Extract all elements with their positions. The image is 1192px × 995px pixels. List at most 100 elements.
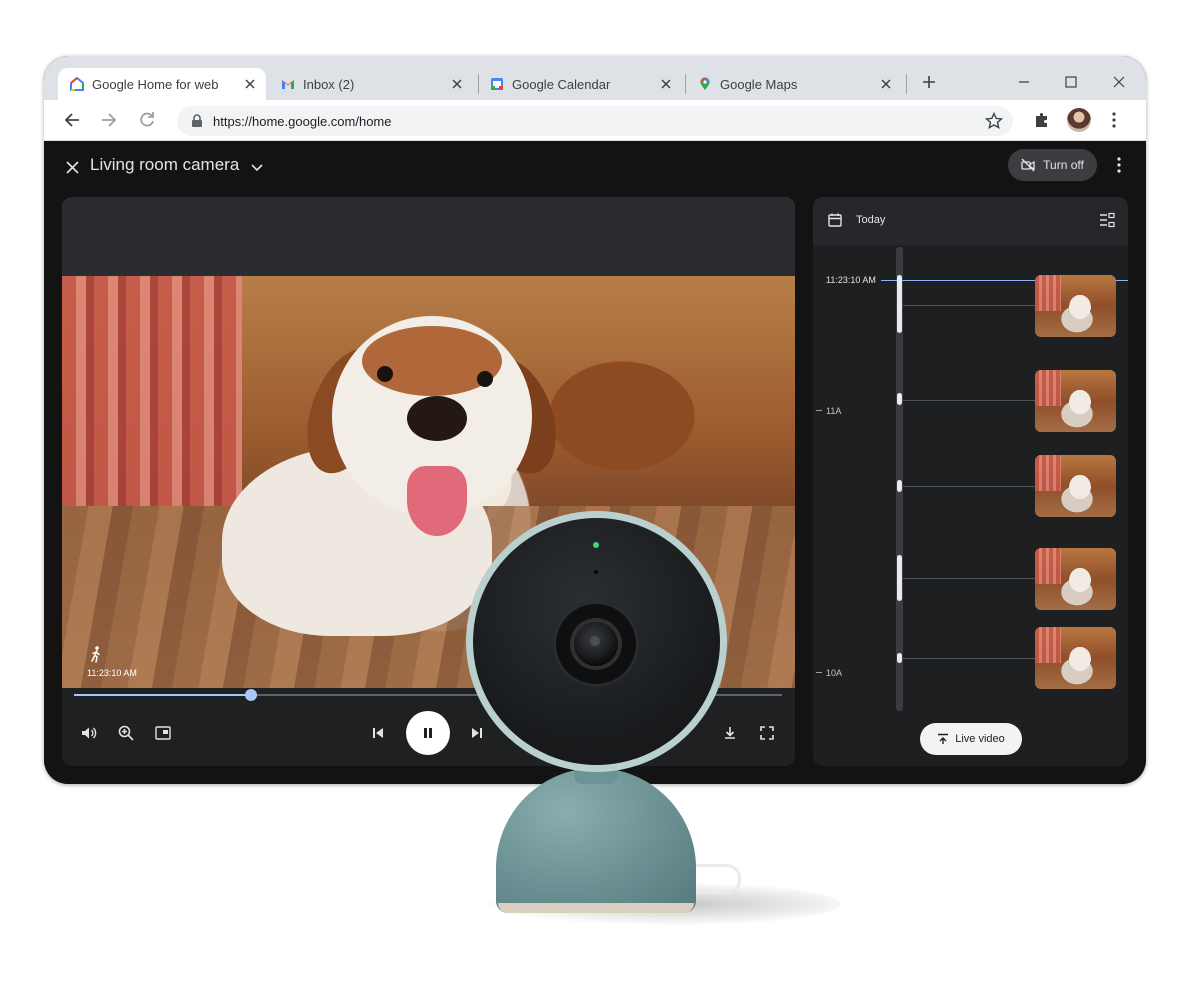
previous-event-button[interactable] — [367, 722, 389, 744]
event-thumbnail[interactable] — [1035, 627, 1116, 689]
event-thumbnail[interactable] — [1035, 275, 1116, 337]
download-icon — [725, 727, 735, 739]
event-marker[interactable] — [897, 653, 902, 663]
live-video-label: Live video — [955, 733, 1005, 745]
tab-maps[interactable]: Google Maps — [686, 68, 902, 100]
maximize-icon — [1065, 76, 1077, 88]
more-vert-icon — [1112, 112, 1116, 128]
close-tab-icon[interactable] — [658, 76, 674, 92]
lock-icon — [192, 114, 202, 127]
next-event-button[interactable] — [466, 722, 488, 744]
filter-list-icon[interactable] — [1099, 212, 1115, 228]
skip-next-icon — [472, 728, 482, 738]
tab-title: Google Calendar — [512, 76, 611, 92]
maximize-button[interactable] — [1055, 68, 1087, 96]
event-marker[interactable] — [897, 480, 902, 492]
event-connector — [903, 400, 1035, 401]
close-tab-icon[interactable] — [449, 76, 465, 92]
reload-icon — [140, 112, 154, 127]
picture-in-picture-icon — [155, 726, 171, 740]
close-icon — [65, 160, 79, 174]
back-button[interactable] — [56, 104, 88, 136]
pause-icon — [424, 728, 432, 738]
calendar-icon — [491, 78, 503, 90]
more-vert-icon — [1117, 157, 1121, 173]
lens-glint — [590, 636, 600, 646]
event-marker[interactable] — [897, 393, 902, 405]
event-timeline: Today 11:23:10 AM 11A 10A Live video — [813, 197, 1128, 766]
dog-eye — [377, 366, 393, 382]
close-window-button[interactable] — [1103, 68, 1135, 96]
hour-tick — [816, 410, 822, 411]
pause-button[interactable] — [406, 711, 450, 755]
hour-label: 10A — [826, 668, 843, 678]
turn-off-button[interactable]: Turn off — [1008, 149, 1097, 181]
status-led — [593, 542, 599, 548]
event-connector — [903, 486, 1035, 487]
tab-inbox[interactable]: Inbox (2) — [269, 68, 473, 100]
volume-icon — [82, 727, 97, 739]
event-connector — [903, 578, 1035, 579]
tab-title: Google Maps — [720, 76, 798, 92]
event-thumbnail[interactable] — [1035, 370, 1116, 432]
chevron-down-icon — [251, 164, 263, 172]
fullscreen-button[interactable] — [756, 722, 778, 744]
timeline-day: Today — [856, 214, 886, 226]
close-tab-icon[interactable] — [878, 76, 894, 92]
close-tab-icon[interactable] — [242, 76, 258, 92]
videocam-off-icon — [1021, 158, 1035, 172]
maps-icon — [700, 77, 710, 90]
close-camera-button[interactable] — [62, 157, 82, 177]
forward-arrow-icon — [102, 113, 117, 127]
camera-picker[interactable] — [248, 158, 266, 176]
extensions-button[interactable] — [1026, 104, 1058, 136]
tab-google-home[interactable]: Google Home for web — [58, 68, 266, 100]
camera-stand-rim — [498, 903, 694, 913]
tab-strip: Google Home for web Inbox (2) Google Cal… — [44, 56, 1146, 100]
back-arrow-icon — [64, 113, 79, 127]
seek-progress — [74, 694, 251, 696]
zoom-in-icon — [118, 725, 134, 741]
seek-handle[interactable] — [245, 689, 257, 701]
picture-in-picture-button[interactable] — [152, 722, 174, 744]
app-header: Living room camera Turn off — [44, 141, 1146, 197]
turn-off-label: Turn off — [1043, 158, 1084, 172]
curtain — [62, 276, 242, 506]
reload-button[interactable] — [131, 104, 163, 136]
minimize-button[interactable] — [1008, 68, 1040, 96]
forward-button[interactable] — [93, 104, 125, 136]
video-timestamp: 11:23:10 AM — [87, 668, 137, 678]
event-connector — [903, 305, 1035, 306]
jump-to-live-icon — [938, 733, 949, 744]
tab-title: Inbox (2) — [303, 76, 355, 92]
skip-previous-icon — [373, 728, 383, 738]
volume-button[interactable] — [78, 722, 100, 744]
minimize-icon — [1019, 81, 1029, 83]
camera-menu-button[interactable] — [1110, 155, 1128, 175]
event-thumbnail[interactable] — [1035, 455, 1116, 517]
player-top-band — [62, 197, 795, 276]
tab-title: Google Home for web — [92, 76, 219, 92]
new-tab-button[interactable] — [913, 68, 945, 96]
address-bar[interactable]: https://home.google.com/home — [177, 106, 1013, 136]
browser-menu-button[interactable] — [1098, 104, 1130, 136]
calendar-icon[interactable] — [827, 212, 843, 228]
profile-avatar[interactable] — [1067, 108, 1091, 132]
dog-tongue — [407, 466, 467, 536]
puzzle-icon — [1036, 113, 1047, 127]
event-marker[interactable] — [897, 275, 902, 333]
event-thumbnail[interactable] — [1035, 548, 1116, 610]
timeline-header: Today — [813, 197, 1128, 245]
zoom-button[interactable] — [115, 722, 137, 744]
google-home-icon — [70, 77, 84, 91]
download-button[interactable] — [719, 722, 741, 744]
tab-calendar[interactable]: Google Calendar — [478, 68, 682, 100]
live-video-button[interactable]: Live video — [920, 723, 1022, 755]
bookmark-star-icon[interactable] — [985, 112, 1003, 130]
person-motion-icon — [91, 646, 100, 663]
gmail-icon — [282, 80, 294, 89]
close-icon — [1113, 76, 1125, 88]
light-sensor — [594, 570, 598, 574]
event-marker[interactable] — [897, 555, 902, 601]
timeline-current-time: 11:23:10 AM — [826, 275, 876, 285]
